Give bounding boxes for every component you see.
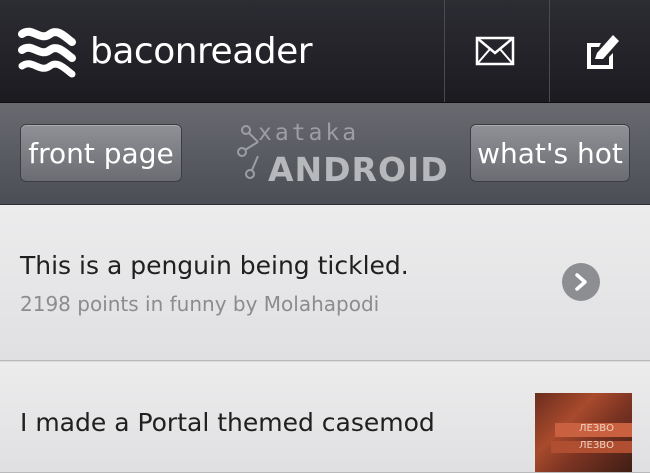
thumbnail-label: ЛЕЗВО — [579, 440, 614, 451]
compose-icon — [586, 35, 619, 69]
app-bar: baconreader — [0, 0, 650, 103]
compose-button[interactable] — [549, 0, 650, 102]
open-comments-button[interactable] — [562, 263, 600, 301]
front-page-button[interactable]: front page — [20, 124, 182, 182]
bacon-logo-icon — [18, 27, 76, 78]
list-item[interactable]: This is a penguin being tickled. 2198 po… — [0, 205, 650, 361]
whats-hot-button[interactable]: what's hot — [470, 124, 630, 182]
brand[interactable]: baconreader — [18, 24, 313, 78]
post-meta: 2198 points in funny by Molahapodi — [20, 292, 380, 316]
post-list: This is a penguin being tickled. 2198 po… — [0, 205, 650, 473]
post-title: I made a Portal themed casemod — [20, 408, 435, 437]
list-item[interactable]: I made a Portal themed casemod ЛЕЗВО ЛЕЗ… — [0, 362, 650, 473]
chevron-right-icon — [575, 273, 587, 291]
watermark-bottom-text: ANDROID — [268, 150, 449, 189]
watermark-top-text: xataka — [258, 120, 360, 146]
post-thumbnail[interactable]: ЛЕЗВО ЛЕЗВО — [535, 393, 632, 472]
watermark: xataka ANDROID — [236, 120, 448, 189]
thumbnail-label: ЛЕЗВО — [579, 423, 614, 434]
app-title: baconreader — [90, 30, 313, 72]
post-title: This is a penguin being tickled. — [20, 251, 409, 280]
mail-icon — [475, 36, 515, 66]
messages-button[interactable] — [444, 0, 545, 102]
